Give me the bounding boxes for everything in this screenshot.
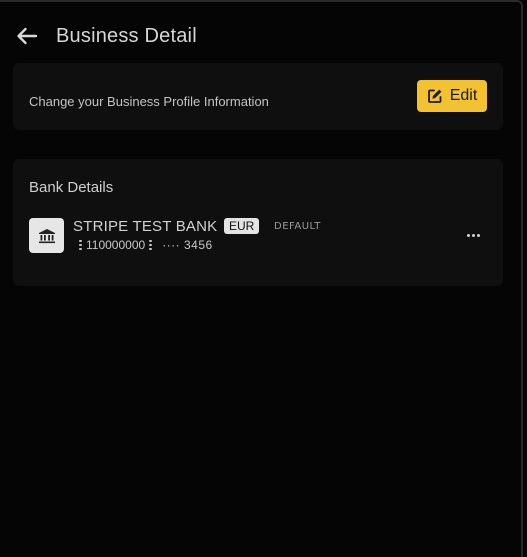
routing-number: 110000000 [86, 238, 146, 252]
bank-icon [38, 228, 55, 243]
bank-details-card: Bank Details STRIPE TEST BANK EUR DEFAUL… [13, 159, 503, 286]
page-header: Business Detail [14, 22, 197, 50]
default-status-badge: DEFAULT [274, 221, 321, 232]
profile-description: Change your Business Profile Information [29, 94, 269, 109]
bank-details-heading: Bank Details [29, 179, 114, 196]
bank-account-numbers: 110000000 ···· 3456 [75, 238, 213, 252]
bank-name: STRIPE TEST BANK [73, 218, 218, 235]
edit-icon [427, 89, 442, 103]
separator-dots-icon [79, 240, 82, 250]
edit-button-label: Edit [449, 87, 478, 104]
currency-badge: EUR [224, 218, 260, 234]
bank-avatar [29, 218, 64, 253]
masked-account-number: ···· 3456 [162, 238, 213, 252]
edit-button[interactable]: Edit [417, 80, 487, 112]
arrow-left-icon [17, 27, 38, 45]
more-horizontal-icon[interactable] [465, 227, 481, 243]
page-title: Business Detail [56, 24, 197, 47]
business-profile-card: Change your Business Profile Information… [13, 63, 503, 130]
back-button[interactable] [14, 23, 40, 49]
separator-dots-icon [149, 240, 153, 250]
